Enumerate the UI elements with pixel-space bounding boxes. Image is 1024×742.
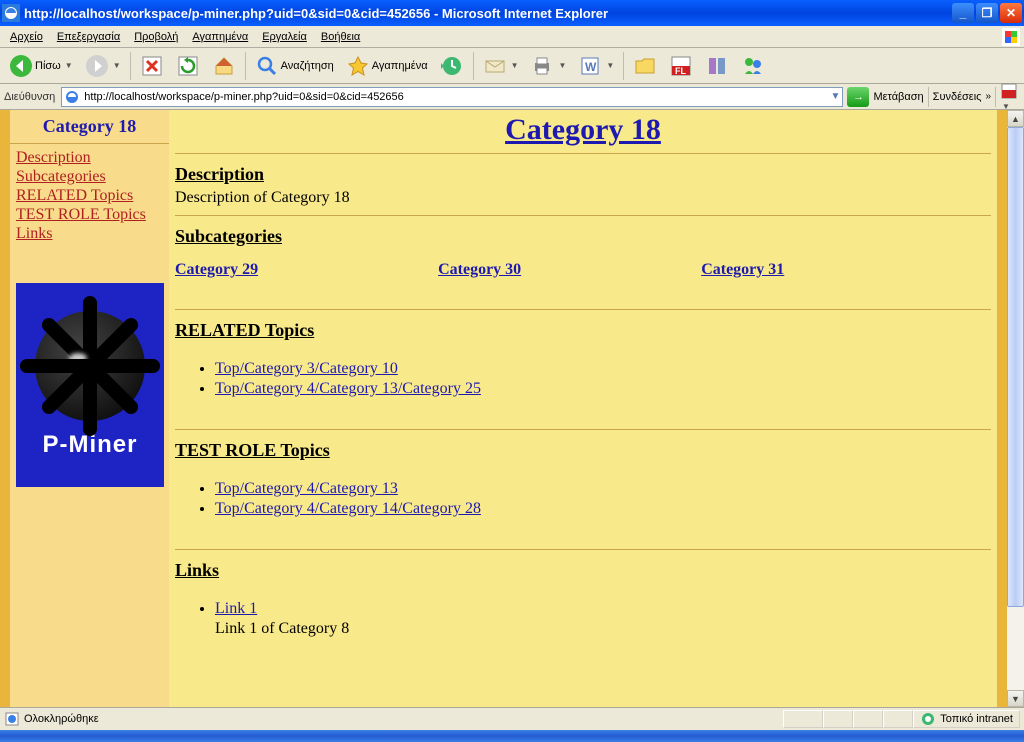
section-subcategories-heading: Subcategories [175, 226, 991, 247]
address-url: http://localhost/workspace/p-miner.php?u… [84, 91, 404, 103]
list-item: Link 1 Link 1 of Category 8 [215, 599, 991, 639]
throbber-icon [1002, 28, 1020, 46]
scroll-track[interactable] [1007, 127, 1024, 690]
links-label: Συνδέσεις [933, 91, 982, 103]
research-button[interactable] [700, 51, 734, 81]
messenger-button[interactable] [736, 51, 770, 81]
favorites-button[interactable]: Αγαπημένα [341, 51, 433, 81]
svg-text:W: W [585, 60, 597, 74]
ie-icon [2, 4, 20, 22]
address-dropdown-icon[interactable]: ▼ [831, 91, 841, 102]
pdf-button[interactable]: ▼ [1000, 82, 1020, 112]
taskbar-sliver [0, 730, 1024, 742]
toolbar: Πίσω▼ ▼ Αναζήτηση Αγαπημένα ▼ ▼ W▼ FL [0, 48, 1024, 84]
intranet-icon [920, 711, 936, 727]
section-testrole-heading: TEST ROLE Topics [175, 440, 991, 461]
window-titlebar: http://localhost/workspace/p-miner.php?u… [0, 0, 1024, 26]
minimize-button[interactable]: _ [952, 3, 974, 23]
list-item: Top/Category 3/Category 10 [215, 359, 991, 379]
section-description-heading: Description [175, 164, 991, 185]
list-item: Top/Category 4/Category 13 [215, 479, 991, 499]
menu-bar: Αρχείο Επεξεργασία Προβολή Αγαπημένα Εργ… [0, 26, 1024, 48]
stop-button[interactable] [135, 51, 169, 81]
menu-file[interactable]: Αρχείο [4, 29, 49, 45]
list-item: Top/Category 4/Category 14/Category 28 [215, 499, 991, 519]
zone-cell: Τοπικό intranet [913, 710, 1020, 728]
section-links-heading: Links [175, 560, 991, 581]
mail-button[interactable]: ▼ [478, 51, 524, 81]
svg-text:FL: FL [675, 66, 686, 76]
address-bar: Διεύθυνση http://localhost/workspace/p-m… [0, 84, 1024, 110]
section-related-heading: RELATED Topics [175, 320, 991, 341]
menu-tools[interactable]: Εργαλεία [256, 29, 313, 45]
subcat-link-29[interactable]: Category 29 [175, 261, 258, 279]
nav-related[interactable]: RELATED Topics [16, 186, 163, 205]
nav-description[interactable]: Description [16, 148, 163, 167]
history-button[interactable] [435, 51, 469, 81]
page-done-icon [4, 711, 20, 727]
status-text: Ολοκληρώθηκε [24, 713, 99, 725]
back-button[interactable]: Πίσω▼ [4, 51, 78, 81]
fl-button[interactable]: FL [664, 51, 698, 81]
back-label: Πίσω [35, 60, 61, 72]
status-bar: Ολοκληρώθηκε Τοπικό intranet [0, 708, 1024, 730]
folder-button[interactable] [628, 51, 662, 81]
testrole-link-2[interactable]: Top/Category 4/Category 14/Category 28 [215, 500, 481, 517]
refresh-button[interactable] [171, 51, 205, 81]
vertical-scrollbar[interactable]: ▲ ▼ [1007, 110, 1024, 707]
search-button[interactable]: Αναζήτηση [250, 51, 339, 81]
main-content: Category 18 Description Description of C… [169, 110, 997, 707]
scroll-thumb[interactable] [1007, 127, 1024, 607]
menu-help[interactable]: Βοήθεια [315, 29, 366, 45]
close-button[interactable]: ✕ [1000, 3, 1022, 23]
page-icon [64, 89, 80, 105]
address-label: Διεύθυνση [4, 91, 57, 103]
nav-subcategories[interactable]: Subcategories [16, 167, 163, 186]
content-viewport: Category 18 Description Subcategories RE… [0, 110, 1024, 708]
subcat-link-30[interactable]: Category 30 [438, 261, 521, 279]
nav-links[interactable]: Links [16, 224, 163, 243]
pminer-logo: P-Miner [16, 283, 164, 487]
menu-view[interactable]: Προβολή [128, 29, 184, 45]
sidebar: Category 18 Description Subcategories RE… [10, 110, 169, 707]
window-title: http://localhost/workspace/p-miner.php?u… [24, 6, 608, 21]
description-text: Description of Category 18 [175, 189, 991, 207]
scroll-down-icon[interactable]: ▼ [1007, 690, 1024, 707]
link-1[interactable]: Link 1 [215, 600, 257, 617]
address-input[interactable]: http://localhost/workspace/p-miner.php?u… [61, 87, 843, 107]
search-label: Αναζήτηση [281, 60, 334, 72]
menu-edit[interactable]: Επεξεργασία [51, 29, 126, 45]
list-item: Top/Category 4/Category 13/Category 25 [215, 379, 991, 399]
go-button[interactable]: → [847, 87, 869, 107]
fav-label: Αγαπημένα [372, 60, 428, 72]
related-link-1[interactable]: Top/Category 3/Category 10 [215, 360, 398, 377]
links-chevron-icon[interactable]: » [985, 91, 991, 102]
maximize-button[interactable]: ❐ [976, 3, 998, 23]
subcat-link-31[interactable]: Category 31 [701, 261, 784, 279]
nav-testrole[interactable]: TEST ROLE Topics [16, 205, 163, 224]
link-1-desc: Link 1 of Category 8 [215, 620, 349, 637]
zone-text: Τοπικό intranet [940, 713, 1013, 725]
scroll-up-icon[interactable]: ▲ [1007, 110, 1024, 127]
related-link-2[interactable]: Top/Category 4/Category 13/Category 25 [215, 380, 481, 397]
go-label: Μετάβαση [873, 91, 923, 103]
menu-favorites[interactable]: Αγαπημένα [186, 29, 254, 45]
testrole-link-1[interactable]: Top/Category 4/Category 13 [215, 480, 398, 497]
print-button[interactable]: ▼ [525, 51, 571, 81]
edit-button[interactable]: W▼ [573, 51, 619, 81]
sidebar-title: Category 18 [16, 116, 163, 137]
page-title-link[interactable]: Category 18 [505, 113, 661, 146]
forward-button[interactable]: ▼ [80, 51, 126, 81]
home-button[interactable] [207, 51, 241, 81]
